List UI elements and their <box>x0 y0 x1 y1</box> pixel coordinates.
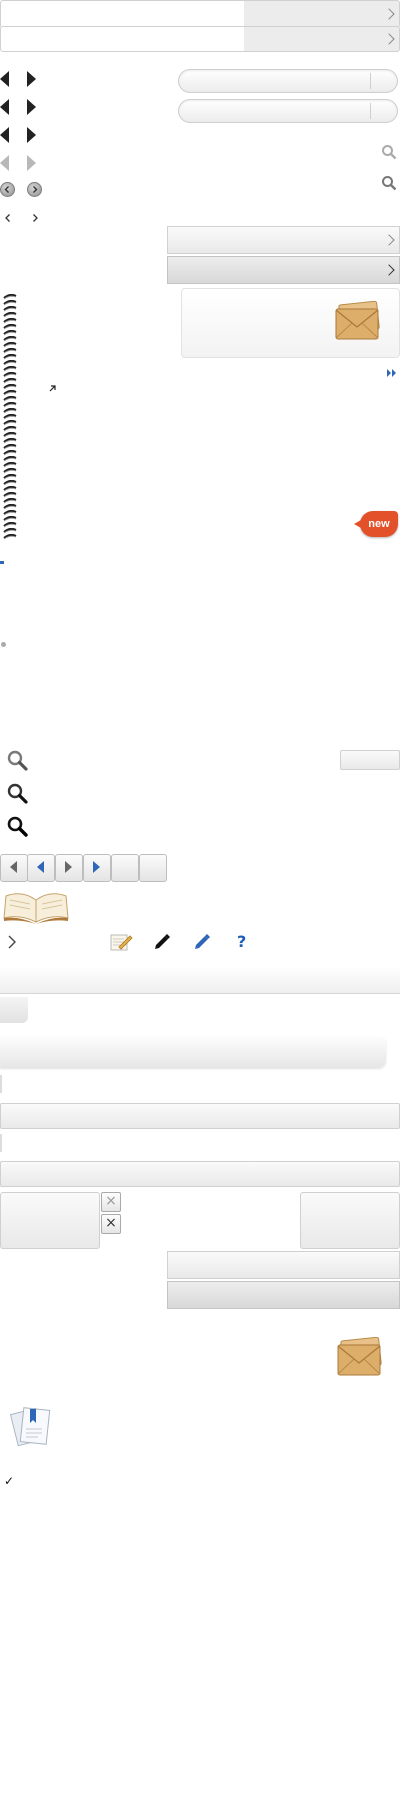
triangle-left-icon[interactable] <box>0 127 9 143</box>
textarea-box-right[interactable] <box>300 1192 400 1249</box>
header-strip <box>0 967 400 994</box>
search-icon[interactable] <box>381 175 397 191</box>
open-book-icon <box>3 893 69 924</box>
triangle-right-disabled-icon <box>27 155 36 171</box>
close-icon[interactable]: × <box>101 1214 121 1234</box>
search-icon[interactable] <box>6 782 28 804</box>
search-input-2[interactable] <box>178 99 398 123</box>
external-arrow-icon[interactable] <box>48 384 57 393</box>
round-right-button[interactable] <box>27 182 42 197</box>
search-icon[interactable] <box>381 144 397 160</box>
triangle-left-icon[interactable] <box>0 99 9 115</box>
accordion-bar-3[interactable] <box>167 1251 400 1279</box>
search-icon[interactable] <box>6 749 28 771</box>
triangle-left-disabled-icon <box>0 155 9 171</box>
textarea-box-left[interactable] <box>0 1192 100 1249</box>
rounded-banner <box>0 1036 386 1068</box>
triangle-right-icon[interactable] <box>27 99 36 115</box>
new-badge: new <box>354 511 398 537</box>
double-chevron-icon[interactable] <box>386 368 398 378</box>
pager-blank-button-2[interactable] <box>139 854 167 882</box>
envelope-icon[interactable] <box>336 1337 384 1377</box>
chevron-right-icon <box>383 33 395 45</box>
chevron-right-icon <box>383 234 395 246</box>
input-bar-1[interactable] <box>0 1103 400 1129</box>
triangle-right-icon[interactable] <box>27 71 36 87</box>
triangle-left-icon[interactable] <box>0 71 9 87</box>
accordion-bar-2[interactable] <box>167 256 400 284</box>
pager-prev-gray-button[interactable] <box>0 854 28 882</box>
checkmark-icon[interactable]: ✓ <box>4 1474 14 1488</box>
envelope-icon[interactable] <box>334 301 382 341</box>
chevron-right-icon[interactable] <box>6 934 18 950</box>
accordion-bar-1[interactable] <box>167 226 400 254</box>
divider-tick <box>0 1075 2 1093</box>
gray-dot <box>1 642 6 647</box>
accordion-bar-4[interactable] <box>167 1281 400 1309</box>
pager-blank-button-1[interactable] <box>111 854 139 882</box>
chevron-right-icon <box>383 264 395 276</box>
round-left-button[interactable] <box>0 182 15 197</box>
dropdown-bar-1[interactable] <box>0 0 400 28</box>
blue-marker <box>0 561 4 564</box>
search-input-1[interactable] <box>178 69 398 93</box>
close-icon[interactable]: × <box>101 1192 121 1212</box>
pager-next-blue-button[interactable] <box>83 854 111 882</box>
divider-tick <box>0 1134 2 1152</box>
pencil-icon[interactable] <box>193 933 211 951</box>
chevron-left-small-icon[interactable] <box>2 212 14 224</box>
small-tab[interactable] <box>0 997 28 1023</box>
note-pencil-icon[interactable] <box>109 932 133 952</box>
dropdown-bar-2[interactable] <box>0 26 400 52</box>
search-icon[interactable] <box>6 815 28 837</box>
input-bar-2[interactable] <box>0 1161 400 1187</box>
chevron-right-small-icon[interactable] <box>29 212 41 224</box>
documents-icon <box>10 1407 51 1447</box>
triangle-right-icon[interactable] <box>27 127 36 143</box>
pager-next-gray-button[interactable] <box>55 854 83 882</box>
pencil-icon[interactable] <box>153 933 171 951</box>
chevron-right-icon <box>383 8 395 20</box>
help-icon[interactable]: ? <box>237 932 246 951</box>
small-input[interactable] <box>340 750 400 770</box>
spiral-binding-icon <box>3 294 17 540</box>
pager-prev-blue-button[interactable] <box>27 854 55 882</box>
